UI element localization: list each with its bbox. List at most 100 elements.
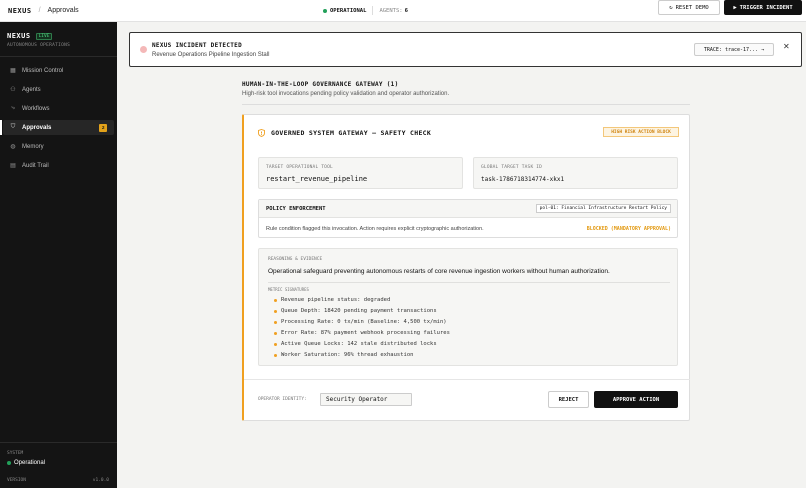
metrics-label: METRIC SIGNATURES	[268, 287, 309, 292]
agents-label: AGENTS:	[379, 7, 403, 14]
incident-alert-banner: NEXUS INCIDENT DETECTED Revenue Operatio…	[129, 32, 802, 67]
policy-header: POLICY ENFORCEMENT pol-01: Financial Inf…	[259, 200, 677, 218]
sidebar-item-approvals[interactable]: ⛉ Approvals 2	[0, 120, 114, 135]
shield-icon	[258, 129, 265, 137]
divider	[0, 442, 117, 443]
list-item: Error Rate: 87% payment webhook processi…	[274, 328, 450, 339]
reject-button[interactable]: REJECT	[548, 391, 589, 408]
bullet-icon	[274, 299, 277, 302]
list-item: Revenue pipeline status: degraded	[274, 295, 450, 306]
metric-text: Active Queue Locks: 142 stale distribute…	[281, 341, 437, 347]
metric-text: Error Rate: 87% payment webhook processi…	[281, 330, 450, 336]
list-item: Processing Rate: 0 tx/min (Baseline: 4,5…	[274, 317, 450, 328]
sidebar-item-label: Memory	[22, 143, 44, 150]
status-dot-icon	[7, 461, 11, 465]
list-item: Queue Depth: 18420 pending payment trans…	[274, 306, 450, 317]
system-status-text: Operational	[14, 460, 46, 466]
bullet-icon	[274, 332, 277, 335]
metric-text: Queue Depth: 18420 pending payment trans…	[281, 308, 437, 314]
brand-logo[interactable]: NEXUS	[8, 7, 32, 15]
trace-button[interactable]: TRACE: trace-17... →	[694, 43, 774, 56]
metric-text: Worker Saturation: 96% thread exhaustion	[281, 352, 414, 358]
reset-demo-label: RESET DEMO	[675, 4, 709, 11]
version-row: VERSION v1.0.0	[7, 478, 109, 483]
sidebar-item-label: Audit Trail	[22, 162, 49, 169]
policy-status: BLOCKED (MANDATORY APPROVAL)	[586, 226, 671, 232]
divider	[242, 104, 690, 105]
grid-icon: ▦	[10, 68, 16, 74]
card-title-text: GOVERNED SYSTEM GATEWAY — SAFETY CHECK	[271, 129, 432, 137]
document-icon: ▤	[10, 163, 16, 169]
version-value: v1.0.0	[92, 478, 109, 483]
breadcrumb: Approvals	[47, 7, 79, 14]
reasoning-label: REASONING & EVIDENCE	[268, 257, 323, 262]
alert-dot-icon	[140, 46, 147, 53]
policy-id-badge: pol-01: Financial Infrastructure Restart…	[535, 204, 671, 213]
bullet-icon	[274, 310, 277, 313]
play-icon: ▶	[733, 4, 737, 11]
risk-badge: HIGH RISK ACTION BLOCK	[603, 127, 679, 137]
close-icon[interactable]: ✕	[783, 42, 790, 51]
approvals-count-badge: 2	[99, 123, 107, 132]
version-label: VERSION	[7, 478, 26, 483]
trigger-incident-button[interactable]: ▶ TRIGGER INCIDENT	[724, 0, 802, 15]
field-label: GLOBAL TARGET TASK ID	[481, 165, 543, 170]
sidebar-item-mission-control[interactable]: ▦ Mission Control	[3, 63, 114, 78]
card-title: GOVERNED SYSTEM GATEWAY — SAFETY CHECK	[258, 129, 431, 137]
sidebar: NEXUS LIVE AUTONOMOUS OPERATIONS ▦ Missi…	[0, 22, 117, 488]
policy-title: POLICY ENFORCEMENT	[266, 206, 326, 212]
system-status-indicator: Operational	[7, 460, 45, 466]
live-badge: LIVE	[35, 32, 53, 40]
sidebar-item-audit-trail[interactable]: ▤ Audit Trail	[3, 158, 114, 173]
field-label: TARGET OPERATIONAL TOOL	[266, 165, 333, 170]
alert-title: NEXUS INCIDENT DETECTED	[152, 42, 242, 49]
operator-identity-input[interactable]	[320, 393, 412, 406]
sidebar-subtitle: AUTONOMOUS OPERATIONS	[7, 43, 71, 48]
workflow-icon: ⤷	[11, 105, 15, 111]
trigger-incident-label: TRIGGER INCIDENT	[739, 4, 793, 11]
target-tool-field: TARGET OPERATIONAL TOOL restart_revenue_…	[258, 157, 463, 189]
reset-demo-button[interactable]: ↻ RESET DEMO	[658, 0, 720, 15]
policy-text: Rule condition flagged this invocation. …	[266, 226, 484, 232]
shield-icon: ⛉	[10, 124, 16, 130]
divider	[268, 282, 670, 283]
sidebar-brand: NEXUS LIVE	[7, 32, 53, 40]
divider	[372, 6, 374, 15]
reasoning-text: Operational safeguard preventing autonom…	[268, 268, 610, 275]
metric-text: Revenue pipeline status: degraded	[281, 297, 391, 303]
safety-check-card: GOVERNED SYSTEM GATEWAY — SAFETY CHECK H…	[242, 114, 690, 421]
metric-text: Processing Rate: 0 tx/min (Baseline: 4,5…	[281, 319, 447, 325]
bullet-icon	[274, 354, 277, 357]
sidebar-item-label: Mission Control	[22, 67, 64, 74]
list-item: Worker Saturation: 96% thread exhaustion	[274, 350, 450, 361]
policy-enforcement-panel: POLICY ENFORCEMENT pol-01: Financial Inf…	[258, 199, 678, 238]
bullet-icon	[274, 343, 277, 346]
sidebar-nav: ▦ Mission Control ⚇ Agents ⤷ Workflows ⛉…	[0, 63, 114, 177]
status-label: OPERATIONAL	[330, 7, 367, 14]
alert-description: Revenue Operations Pipeline Ingestion St…	[152, 52, 270, 58]
bullet-icon	[274, 321, 277, 324]
status-dot-icon	[323, 8, 327, 13]
agents-icon: ⚇	[10, 87, 16, 93]
sidebar-brand-name[interactable]: NEXUS	[7, 32, 31, 40]
sidebar-item-workflows[interactable]: ⤷ Workflows	[3, 101, 114, 116]
operator-identity-label: OPERATOR IDENTITY:	[258, 397, 307, 402]
agents-count: 6	[404, 7, 408, 14]
divider	[244, 379, 690, 380]
memory-icon: ◍	[10, 144, 16, 150]
target-tool-value: restart_revenue_pipeline	[266, 175, 368, 183]
top-bar: NEXUS / Approvals OPERATIONAL AGENTS: 6 …	[0, 0, 806, 22]
system-status: OPERATIONAL AGENTS: 6	[323, 6, 408, 15]
breadcrumb-separator: /	[38, 7, 41, 14]
refresh-icon: ↻	[669, 4, 673, 11]
list-item: Active Queue Locks: 142 stale distribute…	[274, 339, 450, 350]
reasoning-panel: REASONING & EVIDENCE Operational safegua…	[258, 248, 678, 366]
gateway-subtitle: High-risk tool invocations pending polic…	[242, 91, 450, 97]
sidebar-item-agents[interactable]: ⚇ Agents	[3, 82, 114, 97]
sidebar-item-label: Agents	[22, 86, 41, 93]
system-label: SYSTEM	[7, 451, 24, 456]
approve-action-button[interactable]: APPROVE ACTION	[594, 391, 678, 408]
sidebar-item-label: Approvals	[22, 124, 52, 131]
sidebar-item-memory[interactable]: ◍ Memory	[3, 139, 114, 154]
metrics-list: Revenue pipeline status: degraded Queue …	[274, 295, 450, 361]
